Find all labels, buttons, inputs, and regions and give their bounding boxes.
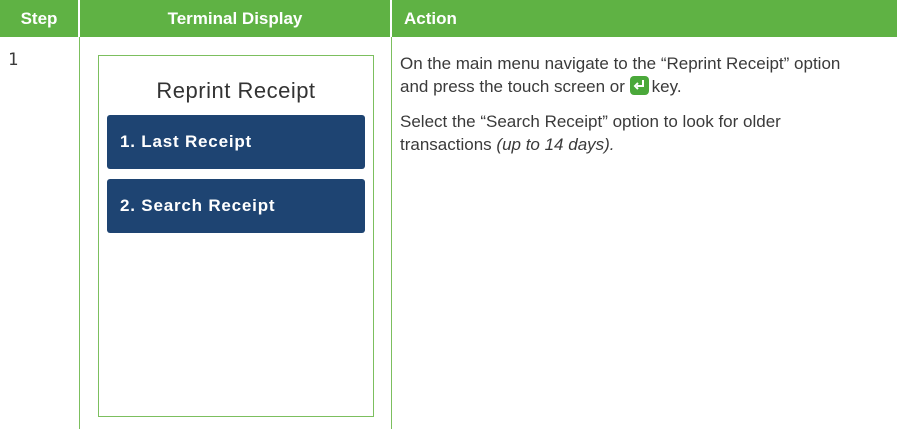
action-key-suffix: key. (651, 77, 682, 96)
table-header: Step Terminal Display Action (0, 0, 897, 37)
header-action: Action (392, 0, 897, 37)
action-instruction-text: On the main menu navigate to the “Reprin… (400, 54, 841, 96)
action-paragraph-1: On the main menu navigate to the “Reprin… (400, 52, 870, 98)
enter-key-icon (629, 76, 649, 95)
header-terminal-display: Terminal Display (80, 0, 390, 37)
screen-title: Reprint Receipt (156, 78, 316, 103)
last-receipt-button[interactable]: 1. Last Receipt (107, 115, 365, 169)
instruction-table: Step Terminal Display Action 1 Reprint R… (0, 0, 897, 429)
header-step: Step (0, 0, 78, 37)
action-paragraph-2: Select the “Search Receipt” option to lo… (400, 110, 870, 156)
column-divider (79, 37, 80, 429)
terminal-screen: Reprint Receipt 1. Last Receipt 2. Searc… (98, 55, 374, 417)
action-note: (up to 14 days). (496, 135, 615, 154)
column-divider (391, 37, 392, 429)
search-receipt-button[interactable]: 2. Search Receipt (107, 179, 365, 233)
action-text: On the main menu navigate to the “Reprin… (400, 52, 870, 168)
step-number: 1 (8, 50, 19, 70)
